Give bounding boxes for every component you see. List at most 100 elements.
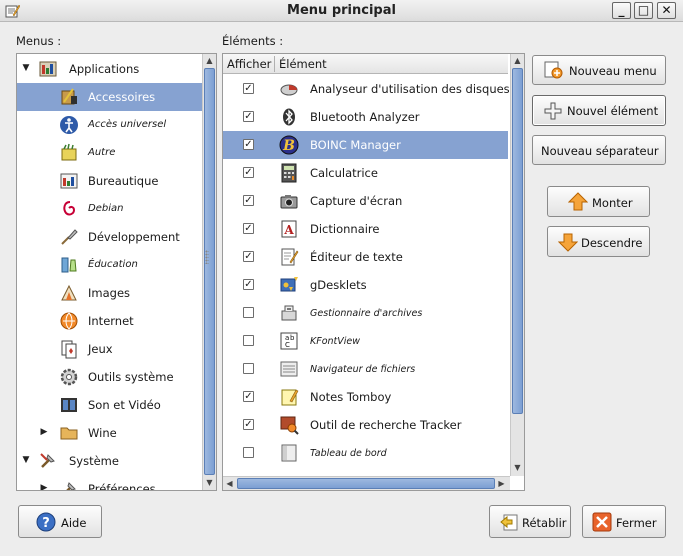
- internet-icon: [60, 312, 78, 330]
- scroll-left-arrow-icon[interactable]: ◀: [223, 477, 236, 490]
- items-list[interactable]: Afficher Élément ✓ Analyseur d'utilisatio…: [222, 53, 525, 491]
- accessories-icon: [61, 88, 77, 105]
- items-vertical-scrollbar[interactable]: ▲ ▼: [510, 54, 524, 476]
- new-separator-button[interactable]: Nouveau séparateur: [532, 135, 666, 165]
- item-label: Gestionnaire d'archives: [310, 308, 423, 319]
- tree-item-2[interactable]: Accès universel: [17, 111, 202, 139]
- item-row-11[interactable]: ✓ Notes Tomboy: [223, 383, 508, 411]
- item-row-12[interactable]: ✓ Outil de recherche Tracker: [223, 411, 508, 439]
- item-row-3[interactable]: ✓ Calculatrice: [223, 159, 508, 187]
- close-button[interactable]: Fermer: [582, 505, 666, 538]
- expander-icon[interactable]: ▼: [21, 455, 31, 465]
- revert-label: Rétablir: [522, 516, 567, 530]
- arrow-up-icon: [568, 192, 588, 211]
- show-checkbox[interactable]: ✓: [243, 279, 254, 290]
- tree-item-5[interactable]: Debian: [17, 195, 202, 223]
- new-menu-label: Nouveau menu: [569, 64, 657, 78]
- item-row-4[interactable]: ✓ Capture d'écran: [223, 187, 508, 215]
- item-row-2[interactable]: ✓ B BOINC Manager: [223, 131, 508, 159]
- show-checkbox[interactable]: ✓: [243, 195, 254, 206]
- scroll-up-arrow-icon[interactable]: ▲: [203, 54, 216, 67]
- tree-item-8[interactable]: Images: [17, 279, 202, 307]
- item-label: Bluetooth Analyzer: [310, 110, 420, 124]
- tree-item-9[interactable]: Internet: [17, 307, 202, 335]
- show-checkbox[interactable]: [243, 363, 254, 374]
- expander-icon[interactable]: ▼: [21, 63, 31, 73]
- expander-icon[interactable]: ▶: [39, 483, 49, 490]
- show-checkbox[interactable]: [243, 335, 254, 346]
- new-item-button[interactable]: Nouvel élément: [532, 95, 666, 126]
- item-row-10[interactable]: Navigateur de fichiers: [223, 355, 508, 383]
- new-menu-button[interactable]: Nouveau menu: [532, 55, 666, 85]
- new-separator-label: Nouveau séparateur: [541, 144, 659, 158]
- tree-item-label: Autre: [88, 147, 116, 158]
- pane-resize-grip[interactable]: [205, 250, 209, 264]
- window-title: Menu principal: [287, 3, 396, 18]
- item-row-8[interactable]: Gestionnaire d'archives: [223, 299, 508, 327]
- development-icon: [61, 229, 78, 245]
- svg-text:C: C: [285, 341, 290, 349]
- tree-item-6[interactable]: Développement: [17, 223, 202, 251]
- tree-item-1[interactable]: Accessoires: [17, 83, 202, 111]
- show-checkbox[interactable]: ✓: [243, 223, 254, 234]
- menus-vertical-scrollbar[interactable]: ▲ ▼: [202, 54, 216, 490]
- scroll-right-arrow-icon[interactable]: ▶: [495, 477, 508, 490]
- show-checkbox[interactable]: [243, 307, 254, 318]
- tree-item-label: Images: [88, 286, 131, 300]
- item-label: gDesklets: [310, 278, 367, 292]
- tree-item-3[interactable]: Autre: [17, 139, 202, 167]
- show-checkbox[interactable]: ✓: [243, 111, 254, 122]
- menus-label: Menus :: [16, 34, 62, 48]
- show-checkbox[interactable]: ✓: [243, 83, 254, 94]
- items-label: Éléments :: [222, 34, 284, 48]
- item-label: BOINC Manager: [310, 138, 401, 152]
- expander-icon[interactable]: ▶: [39, 427, 49, 437]
- tree-item-label: Accessoires: [88, 90, 156, 104]
- tree-item-12[interactable]: Son et Vidéo: [17, 391, 202, 419]
- item-label: Capture d'écran: [310, 194, 403, 208]
- window-close-button[interactable]: ✕: [657, 2, 676, 19]
- show-checkbox[interactable]: ✓: [243, 419, 254, 430]
- tree-item-14[interactable]: ▼ Système: [17, 447, 202, 475]
- column-show-header[interactable]: Afficher: [227, 57, 271, 71]
- tree-item-7[interactable]: Éducation: [17, 251, 202, 279]
- scroll-down-arrow-icon[interactable]: ▼: [203, 476, 216, 489]
- show-checkbox[interactable]: ✓: [243, 167, 254, 178]
- move-down-label: Descendre: [581, 236, 643, 250]
- item-row-1[interactable]: ✓ Bluetooth Analyzer: [223, 103, 508, 131]
- show-checkbox[interactable]: [243, 447, 254, 458]
- items-scroll-down-icon[interactable]: ▼: [511, 461, 524, 474]
- move-up-button[interactable]: Monter: [547, 186, 650, 217]
- tree-item-15[interactable]: ▶ Préférences: [17, 475, 202, 490]
- item-row-5[interactable]: ✓ A Dictionnaire: [223, 215, 508, 243]
- column-item-header[interactable]: Élément: [279, 57, 327, 71]
- move-down-button[interactable]: Descendre: [547, 226, 650, 257]
- help-button[interactable]: ? Aide: [18, 505, 102, 538]
- svg-text:?: ?: [42, 516, 50, 531]
- tree-item-11[interactable]: Outils système: [17, 363, 202, 391]
- new-menu-icon: [544, 61, 563, 79]
- items-scroll-up-icon[interactable]: ▲: [511, 54, 524, 67]
- item-row-7[interactable]: ✓ gDesklets: [223, 271, 508, 299]
- item-row-0[interactable]: ✓ Analyseur d'utilisation des disques: [223, 75, 509, 103]
- show-checkbox[interactable]: ✓: [243, 251, 254, 262]
- tree-item-4[interactable]: Bureautique: [17, 167, 202, 195]
- items-horizontal-scrollbar[interactable]: ◀ ▶: [223, 476, 510, 490]
- menus-scroll-thumb[interactable]: [204, 68, 215, 475]
- maximize-button[interactable]: □: [634, 2, 653, 19]
- tree-item-10[interactable]: Jeux: [17, 335, 202, 363]
- item-row-13[interactable]: Tableau de bord: [223, 439, 508, 467]
- revert-button[interactable]: Rétablir: [489, 505, 571, 538]
- menus-tree[interactable]: ▼ Applications Accessoires Accès universel A…: [16, 53, 217, 491]
- minimize-button[interactable]: _: [612, 2, 631, 19]
- item-label: Notes Tomboy: [310, 390, 392, 404]
- item-row-6[interactable]: ✓ Éditeur de texte: [223, 243, 508, 271]
- tree-item-0[interactable]: ▼ Applications: [17, 55, 202, 83]
- help-icon: ?: [36, 512, 56, 532]
- tree-item-13[interactable]: ▶ Wine: [17, 419, 202, 447]
- items-scroll-thumb[interactable]: [512, 68, 523, 414]
- items-hscroll-thumb[interactable]: [237, 478, 495, 489]
- item-row-9[interactable]: a b C KFontView: [223, 327, 508, 355]
- show-checkbox[interactable]: ✓: [243, 139, 254, 150]
- show-checkbox[interactable]: ✓: [243, 391, 254, 402]
